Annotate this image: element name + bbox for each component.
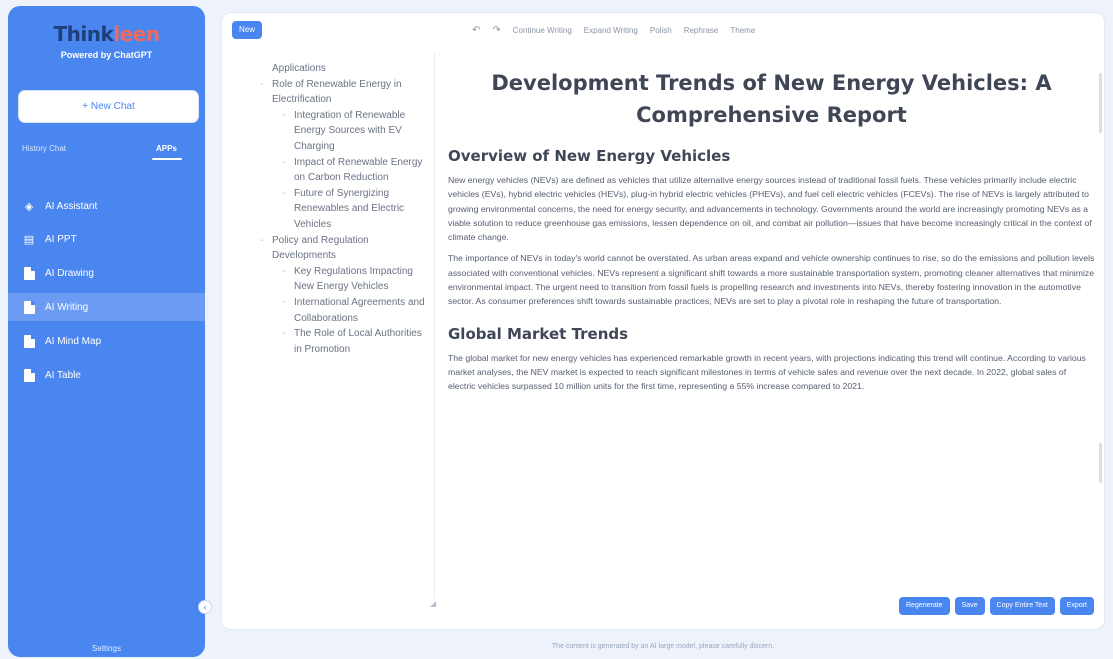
sidebar-item-ai-drawing[interactable]: AI Drawing xyxy=(8,259,205,287)
copy-text-button[interactable]: Copy Entire Text xyxy=(989,597,1055,615)
panel-divider xyxy=(434,53,435,598)
slides-icon: ▤ xyxy=(23,233,35,246)
outline-item[interactable]: Applications xyxy=(250,61,428,77)
tab-apps[interactable]: APPs xyxy=(156,144,177,153)
new-chat-button[interactable]: + New Chat xyxy=(18,90,199,123)
powered-by: Powered by ChatGPT xyxy=(60,50,153,60)
sidebar-item-label: AI Writing xyxy=(45,301,89,313)
resize-grip-icon[interactable]: ◢ xyxy=(430,599,436,608)
toolbar-actions: ↶ ↷ Continue Writing Expand Writing Poli… xyxy=(472,25,755,36)
export-button[interactable]: Export xyxy=(1059,597,1094,615)
save-button[interactable]: Save xyxy=(954,597,985,615)
doc-icon xyxy=(22,334,36,348)
tab-active-indicator xyxy=(152,158,182,160)
sidebar-item-ai-mind-map[interactable]: AI Mind Map xyxy=(8,327,205,355)
sidebar-item-label: AI PPT xyxy=(45,233,77,245)
sidebar-item-label: AI Mind Map xyxy=(45,335,102,347)
paragraph: The global market for new energy vehicle… xyxy=(448,352,1086,392)
section-heading-overview: Overview of New Energy Vehicles xyxy=(448,147,731,165)
outline-item[interactable]: - Integration of Renewable Energy Sources… xyxy=(250,108,428,155)
outline-item[interactable]: - The Role of Local Authorities in Promot… xyxy=(250,326,428,357)
polish-button[interactable]: Polish xyxy=(650,26,672,35)
robot-icon: ◈ xyxy=(24,200,34,213)
collapse-sidebar-button[interactable]: ‹ xyxy=(198,600,212,614)
paragraph: New energy vehicles (NEVs) are defined a… xyxy=(448,175,1092,243)
doc-icon xyxy=(22,300,36,314)
outline-panel: Applications - Role of Renewable Energy i… xyxy=(250,61,428,591)
sidebar-item-label: AI Drawing xyxy=(45,267,94,279)
document-editor[interactable]: Development Trends of New Energy Vehicle… xyxy=(436,53,1101,573)
disclaimer-text: The content is generated by an AI large … xyxy=(551,643,775,650)
document-title: Development Trends of New Energy Vehicle… xyxy=(491,71,1052,127)
scrollbar-thumb[interactable] xyxy=(1099,73,1102,133)
outline-item[interactable]: - Policy and Regulation Developments xyxy=(250,233,428,264)
logo-text-1: Think xyxy=(53,22,114,46)
logo-text-2: leen xyxy=(113,22,160,46)
redo-icon[interactable]: ↷ xyxy=(492,25,500,36)
settings-link[interactable]: Settings xyxy=(8,644,205,653)
main-panel: New ↶ ↷ Continue Writing Expand Writing … xyxy=(221,12,1105,630)
sidebar: Thinkleen Powered by ChatGPT + New Chat … xyxy=(8,6,205,657)
sidebar-item-label: AI Assistant xyxy=(45,200,98,212)
outline-item[interactable]: - Future of Synergizing Renewables and El… xyxy=(250,186,428,233)
scrollbar-thumb-secondary[interactable] xyxy=(1099,443,1102,483)
app-logo: Thinkleen xyxy=(8,22,205,46)
paragraph: The importance of NEVs in today's world … xyxy=(448,253,1095,307)
outline-item[interactable]: - Impact of Renewable Energy on Carbon Re… xyxy=(250,155,428,186)
regenerate-button[interactable]: Regenerate xyxy=(898,597,950,615)
outline-item[interactable]: - Role of Renewable Energy in Electrifica… xyxy=(250,77,428,108)
tab-history-chat[interactable]: History Chat xyxy=(22,144,66,153)
undo-icon[interactable]: ↶ xyxy=(472,25,480,36)
outline-item[interactable]: - International Agreements and Collaborat… xyxy=(250,295,428,326)
toolbar: New ↶ ↷ Continue Writing Expand Writing … xyxy=(222,13,1104,49)
sidebar-item-ai-assistant[interactable]: ◈ AI Assistant xyxy=(8,192,205,220)
theme-button[interactable]: Theme xyxy=(730,26,755,35)
action-buttons: Regenerate Save Copy Entire Text Export xyxy=(898,597,1094,615)
sidebar-item-label: AI Table xyxy=(45,369,81,381)
rephrase-button[interactable]: Rephrase xyxy=(684,26,719,35)
doc-icon xyxy=(22,368,36,382)
sidebar-item-ai-ppt[interactable]: ▤ AI PPT xyxy=(8,225,205,253)
section-heading-global: Global Market Trends xyxy=(448,324,629,343)
expand-writing-button[interactable]: Expand Writing xyxy=(584,26,638,35)
sidebar-item-ai-table[interactable]: AI Table xyxy=(8,361,205,389)
continue-writing-button[interactable]: Continue Writing xyxy=(513,26,572,35)
sidebar-item-ai-writing[interactable]: AI Writing xyxy=(8,293,205,321)
new-button[interactable]: New xyxy=(232,21,262,39)
outline-item[interactable]: - Key Regulations Impacting New Energy Ve… xyxy=(250,264,428,295)
doc-icon xyxy=(22,266,36,280)
